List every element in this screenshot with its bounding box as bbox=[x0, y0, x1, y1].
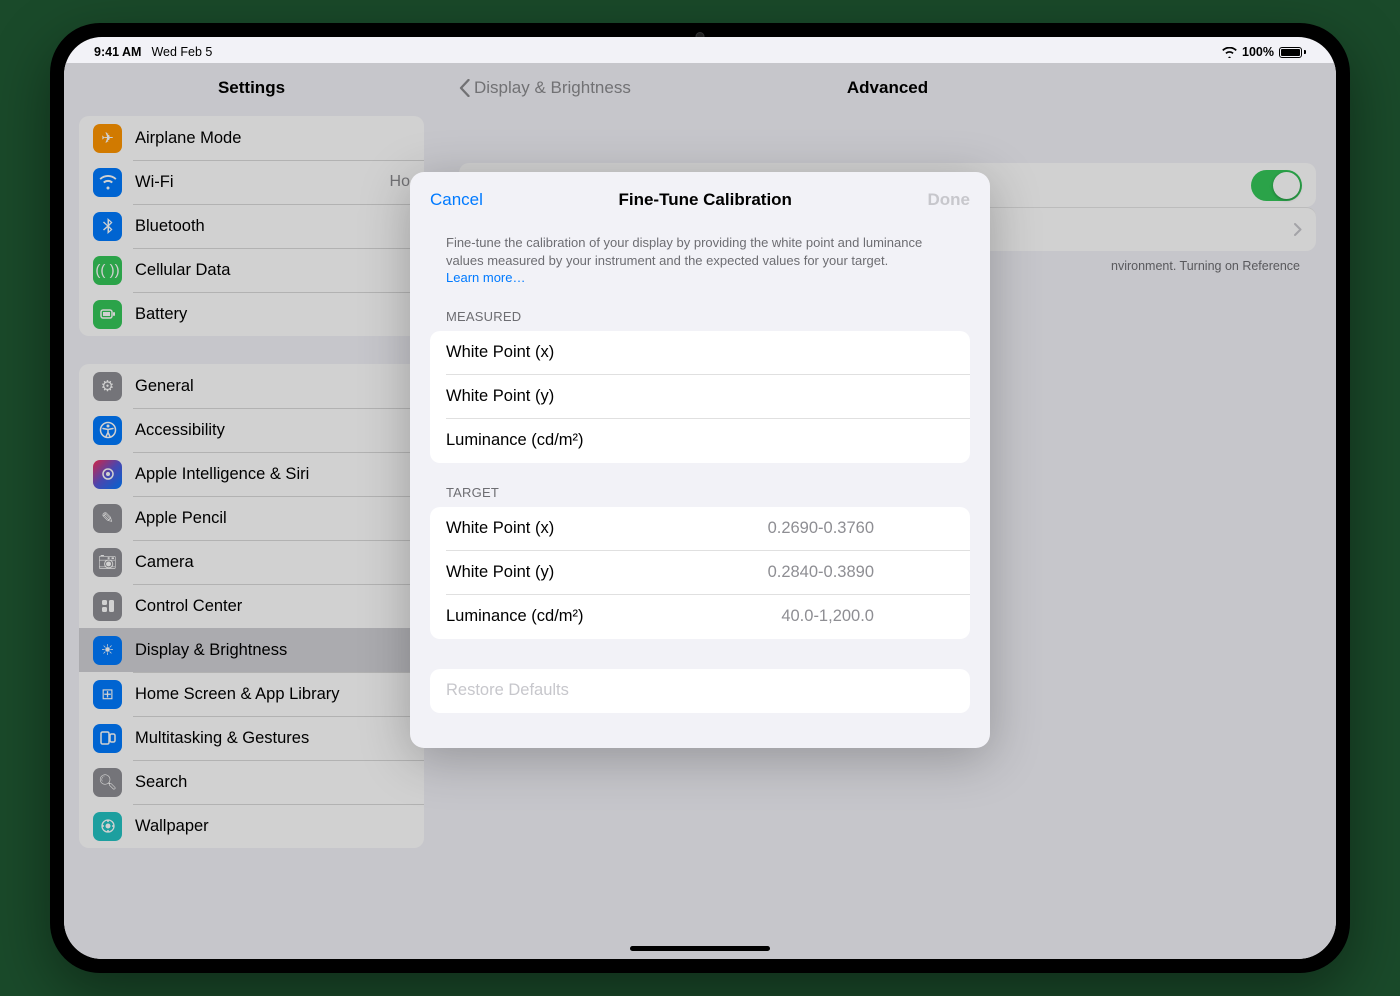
field-label: White Point (x) bbox=[446, 343, 554, 362]
sidebar-item-search[interactable]: 🔍︎ Search bbox=[79, 760, 424, 804]
target-section: White Point (x)0.2690-0.3760White Point … bbox=[430, 507, 970, 639]
battery-icon bbox=[93, 300, 122, 329]
field-luminance-cd-m-[interactable]: Luminance (cd/m²) 40.0-1,200.0 bbox=[430, 595, 970, 639]
sidebar-item-apple-pencil[interactable]: ✎ Apple Pencil bbox=[79, 496, 424, 540]
apple-intelligence-siri-icon bbox=[93, 460, 122, 489]
field-white-point-y-[interactable]: White Point (y) bbox=[430, 375, 970, 419]
field-placeholder: 0.2840-0.3890 bbox=[768, 563, 874, 582]
wi-fi-icon bbox=[93, 168, 122, 197]
sidebar-item-home-screen-app-library[interactable]: ⊞ Home Screen & App Library bbox=[79, 672, 424, 716]
learn-more-link[interactable]: Learn more… bbox=[446, 270, 525, 285]
ipad-frame: 9:41 AM Wed Feb 5 100% Settings ✈︎ Airpla… bbox=[50, 23, 1350, 973]
general-icon: ⚙ bbox=[93, 372, 122, 401]
sidebar-item-control-center[interactable]: Control Center bbox=[79, 584, 424, 628]
field-placeholder: 0.2690-0.3760 bbox=[768, 519, 874, 538]
field-luminance-cd-m-[interactable]: Luminance (cd/m²) bbox=[430, 419, 970, 463]
modal-title: Fine-Tune Calibration bbox=[618, 190, 791, 210]
search-icon: 🔍︎ bbox=[93, 768, 122, 797]
sidebar-item-bluetooth[interactable]: Bluetooth bbox=[79, 204, 424, 248]
wallpaper-icon bbox=[93, 812, 122, 841]
sidebar-item-wallpaper[interactable]: Wallpaper bbox=[79, 804, 424, 848]
multitasking-gestures-icon bbox=[93, 724, 122, 753]
sidebar-item-apple-intelligence-siri[interactable]: Apple Intelligence & Siri bbox=[79, 452, 424, 496]
field-placeholder: 40.0-1,200.0 bbox=[781, 607, 874, 626]
field-white-point-x-[interactable]: White Point (x) 0.2690-0.3760 bbox=[430, 507, 970, 551]
sidebar-item-label: Airplane Mode bbox=[135, 129, 410, 148]
sidebar-group-connectivity: ✈︎ Airplane Mode Wi-FiHo Bluetooth (( )) Cell… bbox=[79, 116, 424, 336]
screen: 9:41 AM Wed Feb 5 100% Settings ✈︎ Airpla… bbox=[64, 37, 1336, 959]
sidebar-item-label: Apple Pencil bbox=[135, 509, 410, 528]
settings-sidebar: Settings ✈︎ Airplane Mode Wi-FiHo Bluetooth… bbox=[64, 63, 439, 959]
control-center-icon bbox=[93, 592, 122, 621]
sidebar-item-label: Wallpaper bbox=[135, 817, 410, 836]
cancel-button[interactable]: Cancel bbox=[430, 190, 483, 210]
chevron-right-icon bbox=[1294, 223, 1302, 236]
fine-tune-modal: Cancel Fine-Tune Calibration Done Fine-t… bbox=[410, 172, 990, 748]
chevron-left-icon bbox=[459, 79, 470, 97]
sidebar-item-cellular-data[interactable]: (( )) Cellular Data bbox=[79, 248, 424, 292]
measured-section-label: Measured bbox=[410, 287, 990, 331]
toggle-switch[interactable] bbox=[1251, 170, 1302, 201]
status-date: Wed Feb 5 bbox=[151, 45, 212, 59]
sidebar-item-multitasking-gestures[interactable]: Multitasking & Gestures bbox=[79, 716, 424, 760]
sidebar-item-battery[interactable]: Battery bbox=[79, 292, 424, 336]
battery-icon bbox=[1279, 47, 1306, 58]
field-label: White Point (y) bbox=[446, 563, 554, 582]
measured-section: White Point (x) White Point (y) Luminance … bbox=[430, 331, 970, 463]
sidebar-item-airplane-mode[interactable]: ✈︎ Airplane Mode bbox=[79, 116, 424, 160]
home-indicator[interactable] bbox=[630, 946, 770, 951]
sidebar-item-display-brightness[interactable]: ☀ Display & Brightness bbox=[79, 628, 424, 672]
accessibility-icon bbox=[93, 416, 122, 445]
field-label: White Point (x) bbox=[446, 519, 554, 538]
camera-icon: 📷︎ bbox=[93, 548, 122, 577]
target-section-label: Target bbox=[410, 463, 990, 507]
sidebar-title: Settings bbox=[64, 63, 439, 116]
sidebar-item-label: General bbox=[135, 377, 410, 396]
battery-percent: 100% bbox=[1242, 45, 1274, 59]
apple-pencil-icon: ✎ bbox=[93, 504, 122, 533]
sidebar-item-general[interactable]: ⚙ General bbox=[79, 364, 424, 408]
modal-description: Fine-tune the calibration of your displa… bbox=[410, 228, 990, 287]
field-white-point-y-[interactable]: White Point (y) 0.2840-0.3890 bbox=[430, 551, 970, 595]
sidebar-item-label: Display & Brightness bbox=[135, 641, 410, 660]
sidebar-group-system: ⚙ General Accessibility Apple Intelligence … bbox=[79, 364, 424, 848]
home-screen-app-library-icon: ⊞ bbox=[93, 680, 122, 709]
airplane-mode-icon: ✈︎ bbox=[93, 124, 122, 153]
sidebar-item-label: Bluetooth bbox=[135, 217, 410, 236]
status-bar: 9:41 AM Wed Feb 5 100% bbox=[64, 37, 1336, 63]
field-label: White Point (y) bbox=[446, 387, 554, 406]
sidebar-item-value: Ho bbox=[390, 173, 410, 191]
sidebar-item-label: Search bbox=[135, 773, 410, 792]
sidebar-item-wi-fi[interactable]: Wi-FiHo bbox=[79, 160, 424, 204]
sidebar-item-label: Battery bbox=[135, 305, 410, 324]
sidebar-item-label: Camera bbox=[135, 553, 410, 572]
sidebar-item-camera[interactable]: 📷︎ Camera bbox=[79, 540, 424, 584]
field-label: Luminance (cd/m²) bbox=[446, 607, 584, 626]
sidebar-item-accessibility[interactable]: Accessibility bbox=[79, 408, 424, 452]
status-time: 9:41 AM bbox=[94, 45, 141, 59]
field-white-point-x-[interactable]: White Point (x) bbox=[430, 331, 970, 375]
sidebar-item-label: Multitasking & Gestures bbox=[135, 729, 410, 748]
back-label: Display & Brightness bbox=[474, 78, 631, 98]
sidebar-item-label: Wi-Fi bbox=[135, 173, 390, 192]
back-button[interactable]: Display & Brightness bbox=[459, 78, 631, 98]
wifi-icon bbox=[1222, 47, 1237, 58]
sidebar-item-label: Apple Intelligence & Siri bbox=[135, 465, 410, 484]
sidebar-item-label: Home Screen & App Library bbox=[135, 685, 410, 704]
detail-title: Advanced bbox=[847, 78, 928, 98]
display-brightness-icon: ☀ bbox=[93, 636, 122, 665]
done-button[interactable]: Done bbox=[927, 190, 970, 210]
sidebar-item-label: Control Center bbox=[135, 597, 410, 616]
field-label: Luminance (cd/m²) bbox=[446, 431, 584, 450]
bluetooth-icon bbox=[93, 212, 122, 241]
restore-defaults-button[interactable]: Restore Defaults bbox=[430, 669, 970, 713]
sidebar-item-label: Cellular Data bbox=[135, 261, 410, 280]
cellular-data-icon: (( )) bbox=[93, 256, 122, 285]
sidebar-item-label: Accessibility bbox=[135, 421, 410, 440]
